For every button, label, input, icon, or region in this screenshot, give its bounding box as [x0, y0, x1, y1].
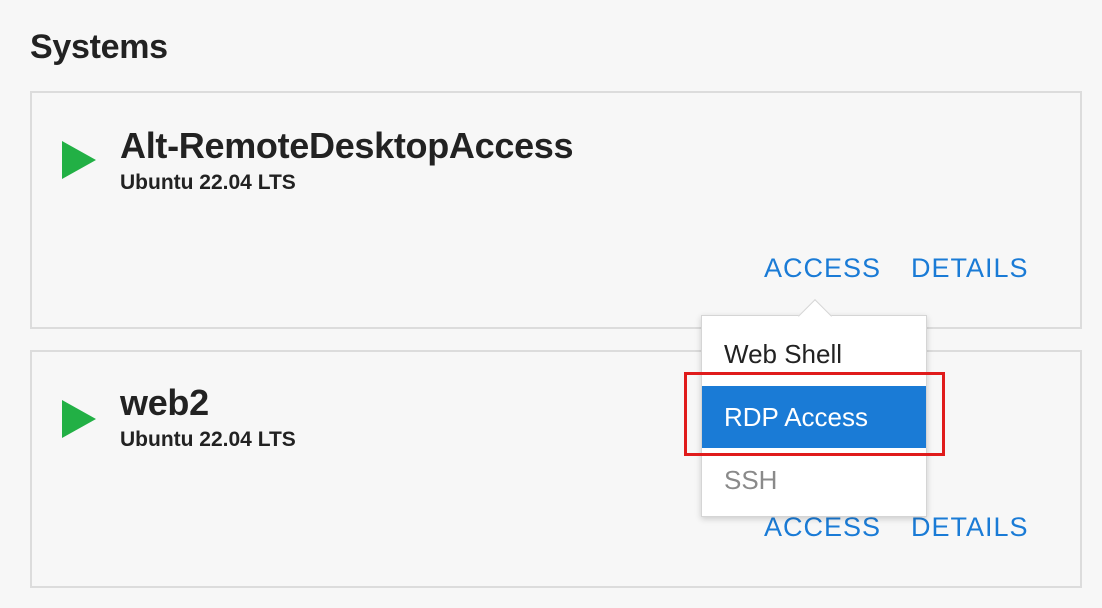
access-button[interactable]: ACCESS	[764, 253, 881, 284]
play-icon	[62, 141, 96, 179]
menu-item-web-shell[interactable]: Web Shell	[702, 323, 926, 385]
system-name: web2	[120, 382, 209, 423]
section-title: Systems	[30, 28, 168, 66]
systems-page: Systems Alt-RemoteDesktopAccess Ubuntu 2…	[0, 0, 1102, 608]
details-button[interactable]: DETAILS	[911, 512, 1029, 543]
system-card: Alt-RemoteDesktopAccess Ubuntu 22.04 LTS…	[30, 91, 1082, 329]
play-icon	[62, 400, 96, 438]
access-dropdown-menu: Web Shell RDP Access SSH	[701, 299, 927, 517]
system-os: Ubuntu 22.04 LTS	[120, 428, 296, 451]
menu-item-rdp-access[interactable]: RDP Access	[702, 386, 926, 448]
details-button[interactable]: DETAILS	[911, 253, 1029, 284]
system-os: Ubuntu 22.04 LTS	[120, 171, 296, 194]
menu-item-ssh[interactable]: SSH	[702, 449, 926, 511]
system-name: Alt-RemoteDesktopAccess	[120, 125, 574, 166]
